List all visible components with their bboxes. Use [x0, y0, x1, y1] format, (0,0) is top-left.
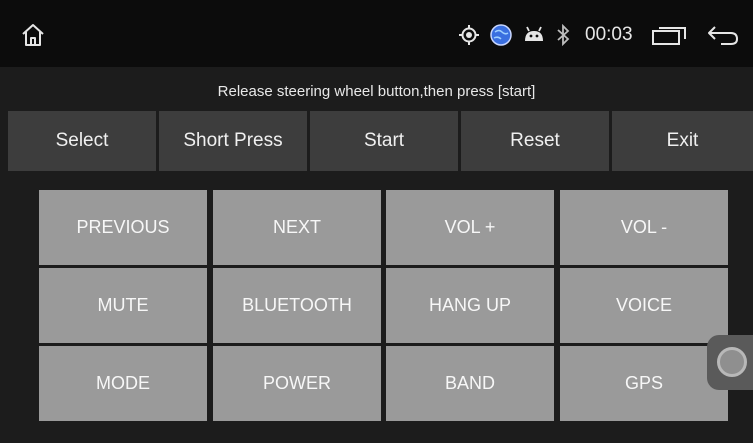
status-bar: 00:03 — [0, 0, 753, 67]
exit-button[interactable]: Exit — [612, 111, 753, 171]
clock: 00:03 — [585, 24, 633, 45]
key-mute[interactable]: MUTE — [39, 268, 207, 343]
key-hang-up[interactable]: HANG UP — [386, 268, 554, 343]
key-bluetooth[interactable]: BLUETOOTH — [213, 268, 381, 343]
recent-apps-icon[interactable] — [652, 27, 686, 45]
key-next[interactable]: NEXT — [213, 190, 381, 265]
home-icon[interactable] — [20, 22, 46, 48]
select-button[interactable]: Select — [8, 111, 156, 171]
assistive-touch-icon — [717, 347, 747, 377]
short-press-button[interactable]: Short Press — [159, 111, 307, 171]
android-icon — [525, 26, 543, 41]
key-voice[interactable]: VOICE — [560, 268, 728, 343]
key-previous[interactable]: PREVIOUS — [39, 190, 207, 265]
assistive-touch-button[interactable] — [707, 335, 753, 390]
back-icon[interactable] — [707, 24, 739, 46]
start-button[interactable]: Start — [310, 111, 458, 171]
bluetooth-icon — [557, 24, 570, 46]
gps-icon — [459, 25, 479, 45]
key-vol-down[interactable]: VOL - — [560, 190, 728, 265]
toolbar: Select Short Press Start Reset Exit — [8, 111, 753, 171]
instruction-text: Release steering wheel button,then press… — [217, 83, 536, 100]
globe-icon — [490, 24, 512, 46]
reset-button[interactable]: Reset — [461, 111, 609, 171]
key-vol-up[interactable]: VOL + — [386, 190, 554, 265]
key-power[interactable]: POWER — [213, 346, 381, 421]
key-gps[interactable]: GPS — [560, 346, 728, 421]
key-mode[interactable]: MODE — [39, 346, 207, 421]
key-band[interactable]: BAND — [386, 346, 554, 421]
